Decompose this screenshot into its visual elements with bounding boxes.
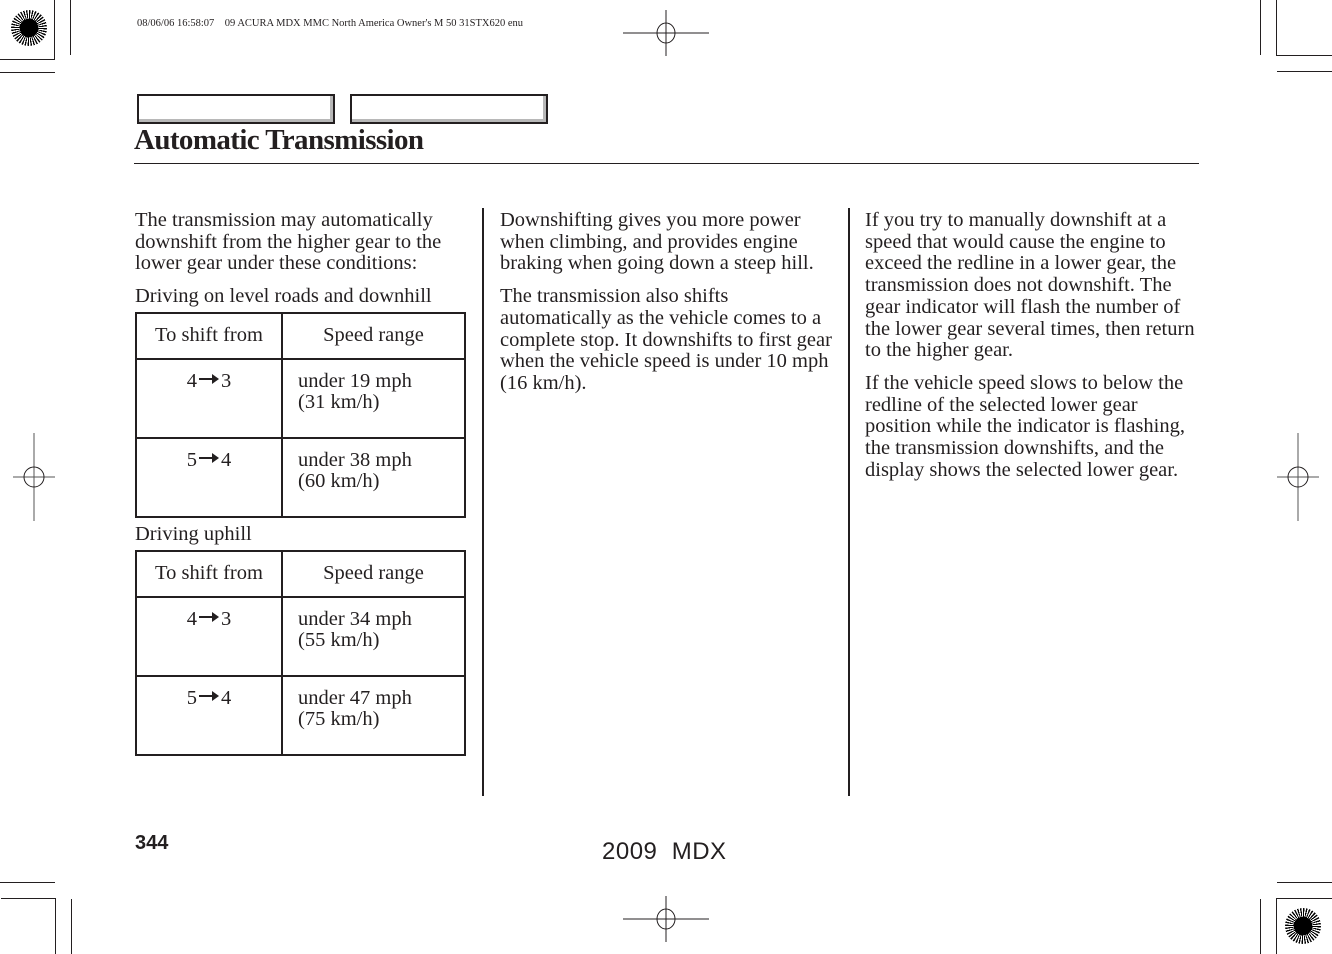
from-gear: 4 [186,369,197,392]
gear-shift-cell: 54 [135,436,283,518]
to-gear: 3 [221,369,232,392]
speed-mph: under 34 mph [298,607,412,630]
crop-mark [1276,898,1332,899]
paragraph: If the vehicle speed slows to below the … [865,371,1185,481]
column-1: The transmission may automatically downs… [135,209,470,762]
speed-range-cell: under 19 mph (31 km/h) [281,357,466,439]
right-arrow-icon [199,611,219,622]
crop-mark [1260,899,1261,954]
right-arrow-icon [199,690,219,701]
paragraph: The transmission also shifts automatical… [500,285,832,394]
table-caption: Driving uphill [135,522,252,545]
from-gear: 5 [186,686,197,709]
table-row: 43 under 34 mph (55 km/h) [135,595,466,677]
page-title: Automatic Transmission [134,124,424,156]
crop-mark [0,72,55,73]
crop-mark [55,898,56,954]
crop-mark [1276,55,1332,56]
title-rule [134,163,1199,164]
paragraph: If you try to manually downshift at a sp… [865,209,1195,362]
shift-table-level-downhill: To shift from Speed range 43 under 19 mp… [135,311,466,518]
registration-mark-icon [623,896,709,942]
crop-mark [1260,0,1261,55]
column-header: Speed range [281,549,466,598]
column-header: To shift from [135,311,283,360]
table-row: 54 under 38 mph (60 km/h) [135,436,466,518]
column-header: To shift from [135,549,283,598]
speed-range-cell: under 34 mph (55 km/h) [281,595,466,677]
crop-mark [1276,898,1277,954]
page-number: 344 [135,832,169,854]
crop-mark [1277,882,1332,883]
table-header-row: To shift from Speed range [135,311,466,360]
right-arrow-icon [199,373,219,384]
starburst-registration-icon [1285,908,1321,944]
column-header: Speed range [281,311,466,360]
crop-mark [1276,0,1277,56]
column-divider [848,208,850,796]
to-gear: 4 [221,686,232,709]
speed-mph: under 19 mph [298,369,412,392]
column-3: If you try to manually downshift at a sp… [865,209,1205,492]
column-divider [482,208,484,796]
crop-mark [0,882,55,883]
crop-mark [70,0,71,55]
gear-shift-cell: 43 [135,357,283,439]
model-label: 2009 MDX [602,838,727,865]
speed-kmh: (60 km/h) [298,469,380,492]
crop-mark [71,899,72,954]
paragraph: Downshifting gives you more power when c… [500,209,814,275]
speed-kmh: (55 km/h) [298,628,380,651]
speed-mph: under 38 mph [298,448,412,471]
registration-mark-icon [623,10,709,56]
crop-mark [54,0,55,59]
from-gear: 5 [186,448,197,471]
starburst-registration-icon [11,10,47,46]
column-2: Downshifting gives you more power when c… [500,209,840,406]
gear-shift-cell: 43 [135,595,283,677]
from-gear: 4 [186,607,197,630]
speed-kmh: (31 km/h) [298,390,380,413]
intro-paragraph: The transmission may automatically downs… [135,209,442,275]
print-metadata: 08/06/06 16:58:07 09 ACURA MDX MMC North… [137,18,524,29]
table-header-row: To shift from Speed range [135,549,466,598]
to-gear: 3 [221,607,232,630]
crop-mark [1277,71,1332,72]
speed-mph: under 47 mph [298,686,412,709]
crop-mark [1,898,55,899]
to-gear: 4 [221,448,232,471]
speed-range-cell: under 47 mph (75 km/h) [281,674,466,756]
crop-mark [0,59,55,60]
right-arrow-icon [199,452,219,463]
speed-kmh: (75 km/h) [298,707,380,730]
table-row: 43 under 19 mph (31 km/h) [135,357,466,439]
speed-range-cell: under 38 mph (60 km/h) [281,436,466,518]
nav-tab-1[interactable] [137,94,335,124]
registration-mark-icon [1277,433,1319,521]
registration-mark-icon [13,433,55,521]
table-row: 54 under 47 mph (75 km/h) [135,674,466,756]
shift-table-uphill: To shift from Speed range 43 under 34 mp… [135,549,466,756]
table-caption: Driving on level roads and downhill [135,285,432,308]
gear-shift-cell: 54 [135,674,283,756]
nav-tab-2[interactable] [350,94,548,124]
